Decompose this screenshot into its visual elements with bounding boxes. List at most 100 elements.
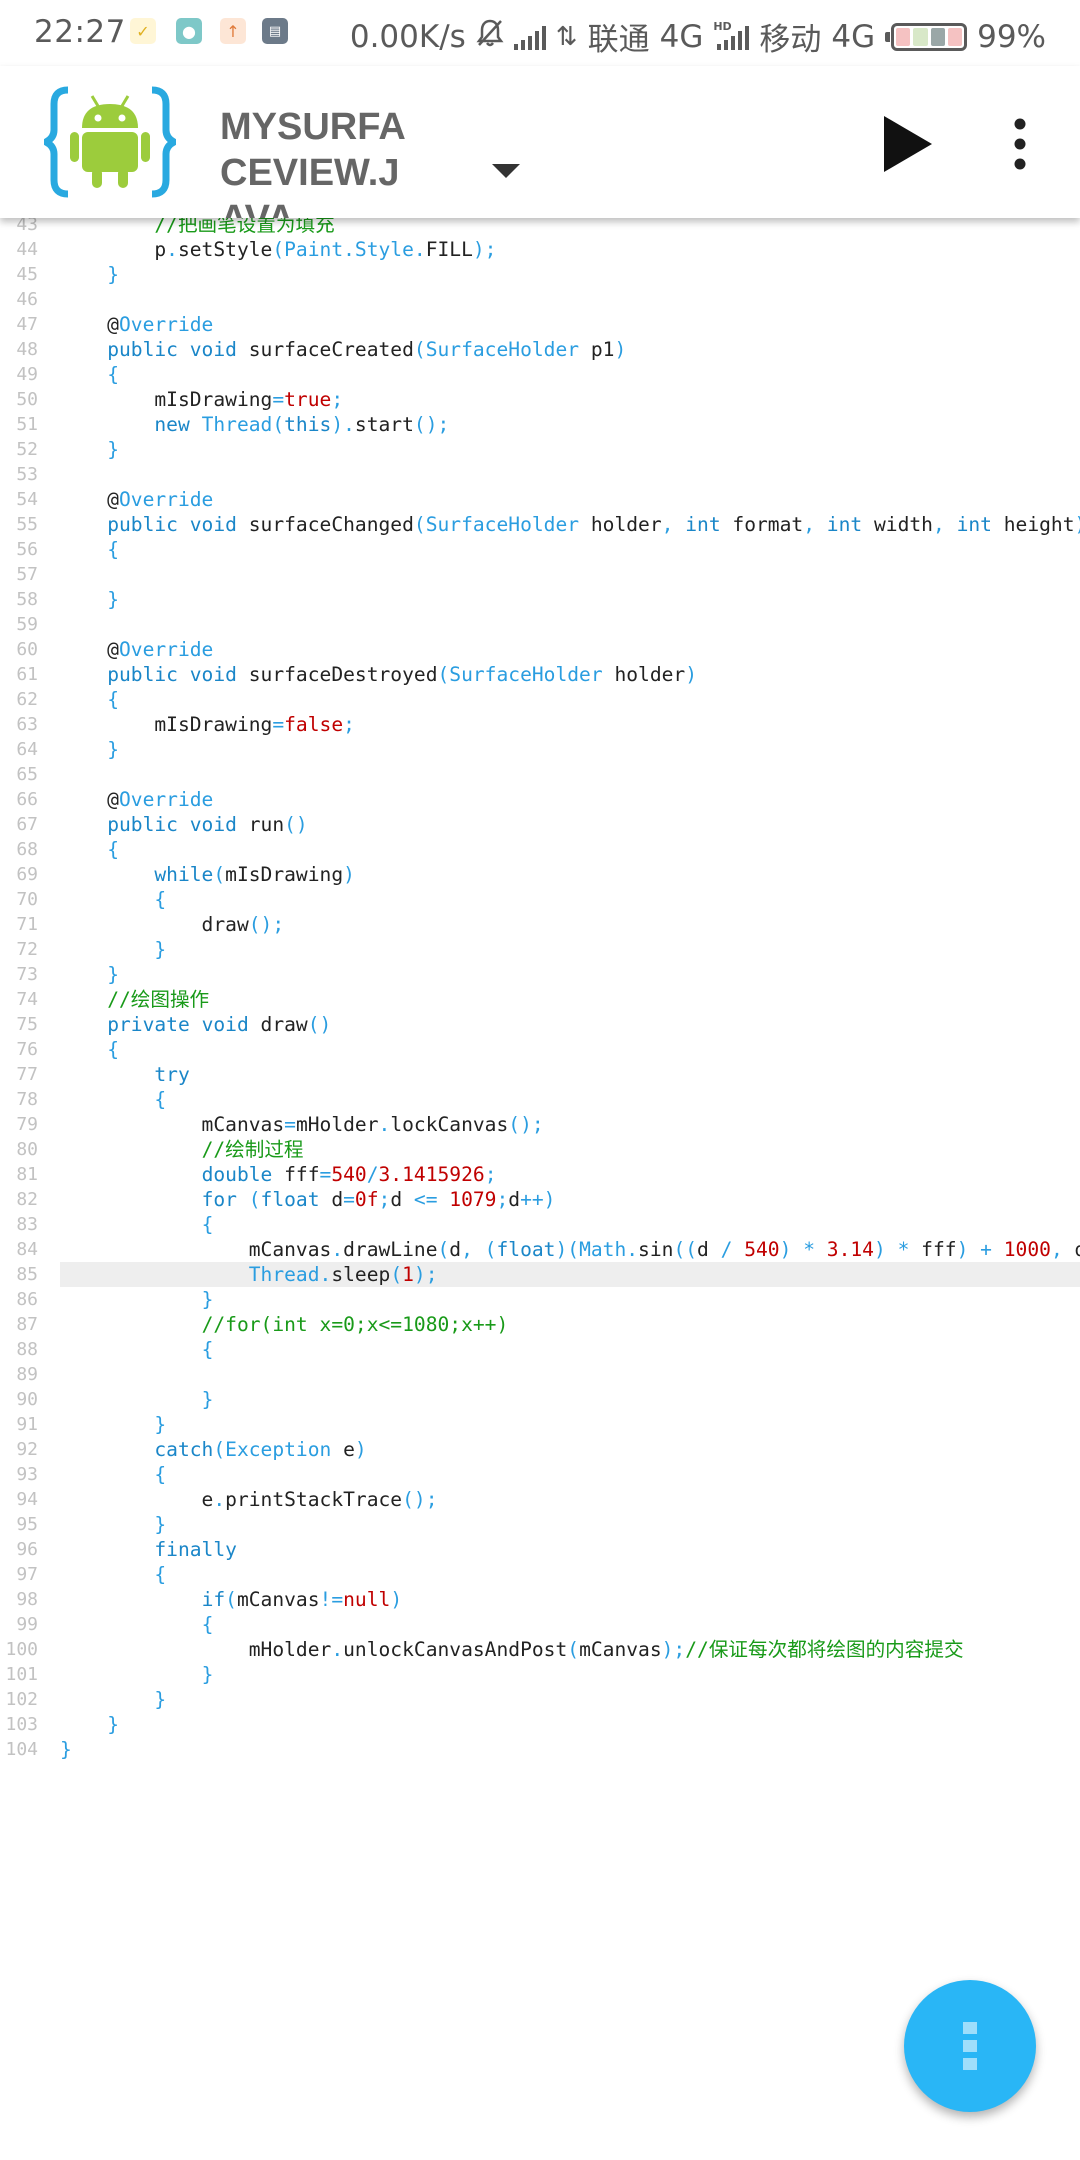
code-line[interactable]: 94 e.printStackTrace(); [0,1487,1080,1512]
code-text: } [60,1687,166,1712]
play-icon[interactable] [880,112,936,176]
code-token: setStyle [177,238,273,261]
code-line[interactable]: 60 @Override [0,637,1080,662]
code-line[interactable]: 100 mHolder.unlockCanvasAndPost(mCanvas)… [0,1637,1080,1662]
code-line-active[interactable]: 85 Thread.sleep(1); [16,1262,1080,1287]
code-token: 3.14 [826,1238,874,1261]
code-line[interactable]: 67 public void run() [0,812,1080,837]
code-text: mIsDrawing=false; [60,712,355,737]
code-line[interactable]: 103 } [0,1712,1080,1737]
code-line[interactable]: 84 mCanvas.drawLine(d, (float)(Math.sin(… [0,1237,1080,1262]
code-line[interactable]: 104} [0,1737,1080,1762]
more-vert-icon[interactable] [1000,114,1040,174]
code-token: for [201,1188,237,1211]
carrier1-network: 4G [659,18,704,55]
code-line[interactable]: 88 { [0,1337,1080,1362]
dropdown-triangle-icon[interactable] [486,152,526,192]
code-line[interactable]: 90 } [0,1387,1080,1412]
code-line[interactable]: 57 [0,562,1080,587]
code-token: } [107,588,119,611]
code-line[interactable]: 49 { [0,362,1080,387]
code-token: { [201,1613,214,1636]
code-line[interactable]: 48 public void surfaceCreated(SurfaceHol… [0,337,1080,362]
line-number: 99 [16,1614,38,1635]
code-line[interactable]: 98 if(mCanvas!=null) [0,1587,1080,1612]
code-editor[interactable]: 43 //把画笔设置为填充 44 p.setStyle(Paint.Style.F… [0,212,1080,2112]
code-line[interactable]: 62 { [0,687,1080,712]
file-title[interactable]: MYSURFACEVIEW.JAVA [220,104,420,218]
code-token: ( [272,238,285,261]
code-line[interactable]: 53 [0,462,1080,487]
code-line[interactable]: 50 mIsDrawing=true; [0,387,1080,412]
code-line[interactable]: 101 } [0,1662,1080,1687]
code-token: . [213,1488,226,1511]
code-line[interactable]: 66 @Override [0,787,1080,812]
code-line[interactable]: 70 { [0,887,1080,912]
code-line[interactable]: 61 public void surfaceDestroyed(SurfaceH… [0,662,1080,687]
code-text: } [60,1512,166,1537]
code-line[interactable]: 52 } [0,437,1080,462]
code-line[interactable]: 91 } [0,1412,1080,1437]
code-token: lockCanvas [390,1113,509,1136]
code-line[interactable]: 72 } [0,937,1080,962]
code-line[interactable]: 89 [0,1362,1080,1387]
code-line[interactable]: 83 { [0,1212,1080,1237]
code-line[interactable]: 76 { [0,1037,1080,1062]
code-line[interactable]: 44 p.setStyle(Paint.Style.FILL); [0,237,1080,262]
code-token: (( [673,1238,698,1261]
code-line[interactable]: 56 { [0,537,1080,562]
code-line[interactable]: 81 double fff=540/3.1415926; [0,1162,1080,1187]
code-token: + [980,1238,992,1261]
code-line[interactable]: 78 { [0,1087,1080,1112]
code-line[interactable]: 45 } [0,262,1080,287]
code-line[interactable]: 87 //for(int x=0;x<=1080;x++) [0,1312,1080,1337]
code-line[interactable]: 77 try [0,1062,1080,1087]
code-line[interactable]: 95 } [0,1512,1080,1537]
code-line[interactable]: 102 } [0,1687,1080,1712]
code-line[interactable]: 47 @Override [0,312,1080,337]
code-line[interactable]: 58 } [0,587,1080,612]
code-line[interactable]: 73 } [0,962,1080,987]
code-line[interactable]: 68 { [0,837,1080,862]
code-line[interactable]: 69 while(mIsDrawing) [0,862,1080,887]
android-braces-icon[interactable] [38,86,182,198]
code-line[interactable]: 54 @Override [0,487,1080,512]
code-line[interactable]: 71 draw(); [0,912,1080,937]
code-line[interactable]: 97 { [0,1562,1080,1587]
code-line[interactable]: 93 { [0,1462,1080,1487]
fab-more-button[interactable] [904,1980,1036,2112]
code-text: double fff=540/3.1415926; [60,1162,497,1187]
chat-notification-icon: ● [176,18,202,44]
code-token: } [154,938,167,961]
code-text: //绘图操作 [60,987,209,1012]
code-line[interactable]: 79 mCanvas=mHolder.lockCanvas(); [0,1112,1080,1137]
code-text: } [60,937,166,962]
code-text: { [60,687,119,712]
code-line[interactable]: 63 mIsDrawing=false; [0,712,1080,737]
code-line[interactable]: 86 } [0,1287,1080,1312]
code-line[interactable]: 75 private void draw() [0,1012,1080,1037]
code-line[interactable]: 64 } [0,737,1080,762]
code-line[interactable]: 51 new Thread(this).start(); [0,412,1080,437]
code-line[interactable]: 80 //绘制过程 [0,1137,1080,1162]
code-line[interactable]: 59 [0,612,1080,637]
code-line[interactable]: 46 [0,287,1080,312]
code-token: @ [60,488,119,511]
code-line[interactable]: 82 for (float d=0f;d <= 1079;d++) [0,1187,1080,1212]
code-token: mIsDrawing [60,713,273,736]
app-bar: MYSURFACEVIEW.JAVA [0,66,1080,218]
code-line[interactable]: 65 [0,762,1080,787]
code-line[interactable]: 92 catch(Exception e) [0,1437,1080,1462]
code-line[interactable]: 96 finally [0,1537,1080,1562]
code-line[interactable]: 74 //绘图操作 [0,987,1080,1012]
code-token: float [496,1238,556,1261]
code-token: start [354,413,414,436]
code-token: holder [579,513,662,536]
code-token: this [284,413,332,436]
code-line[interactable]: 99 { [0,1612,1080,1637]
code-text: while(mIsDrawing) [60,862,355,887]
code-line[interactable]: 55 public void surfaceChanged(SurfaceHol… [0,512,1080,537]
